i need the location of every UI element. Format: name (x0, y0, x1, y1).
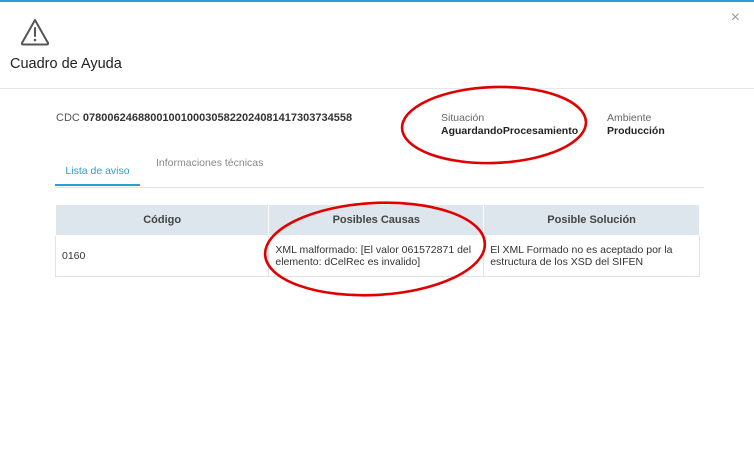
situacion-value: AguardandoProcesamiento (441, 125, 579, 137)
column-header-solucion: Posible Solución (483, 204, 700, 236)
situacion-field: Situación AguardandoProcesamiento (441, 112, 578, 138)
tab-informaciones-tecnicas[interactable]: Informaciones técnicas (156, 157, 263, 169)
header-divider (0, 88, 754, 89)
tab-bar: Lista de aviso Informaciones técnicas (55, 153, 704, 188)
cdc-label: CDC (56, 112, 80, 124)
table-header-row: Código Posibles Causas Posible Solución (54, 204, 700, 236)
cell-solucion: El XML Formado no es aceptado por la est… (483, 235, 700, 277)
column-header-codigo: Código (54, 204, 270, 236)
column-header-causas: Posibles Causas (268, 204, 485, 236)
cdc-value: 0780062468800100100030582202408141730373… (82, 112, 353, 124)
aviso-table: Código Posibles Causas Posible Solución … (54, 204, 700, 277)
cell-codigo: 0160 (54, 235, 270, 277)
ambiente-value: Producción (607, 125, 665, 137)
close-icon[interactable]: × (731, 10, 740, 26)
tab-lista-de-aviso[interactable]: Lista de aviso (55, 153, 140, 186)
top-accent-bar (0, 0, 754, 2)
cell-causa: XML malformado: [El valor 061572871 del … (268, 235, 485, 277)
ambiente-label: Ambiente (607, 112, 652, 124)
warning-triangle-icon (20, 19, 50, 46)
dialog-title: Cuadro de Ayuda (10, 56, 122, 72)
table-row: 0160 XML malformado: [El valor 061572871… (54, 235, 700, 277)
cdc-field: CDC 078006246880010010003058220240814173… (56, 112, 352, 124)
situacion-label: Situación (441, 112, 485, 124)
ambiente-field: Ambiente Producción (607, 112, 665, 138)
